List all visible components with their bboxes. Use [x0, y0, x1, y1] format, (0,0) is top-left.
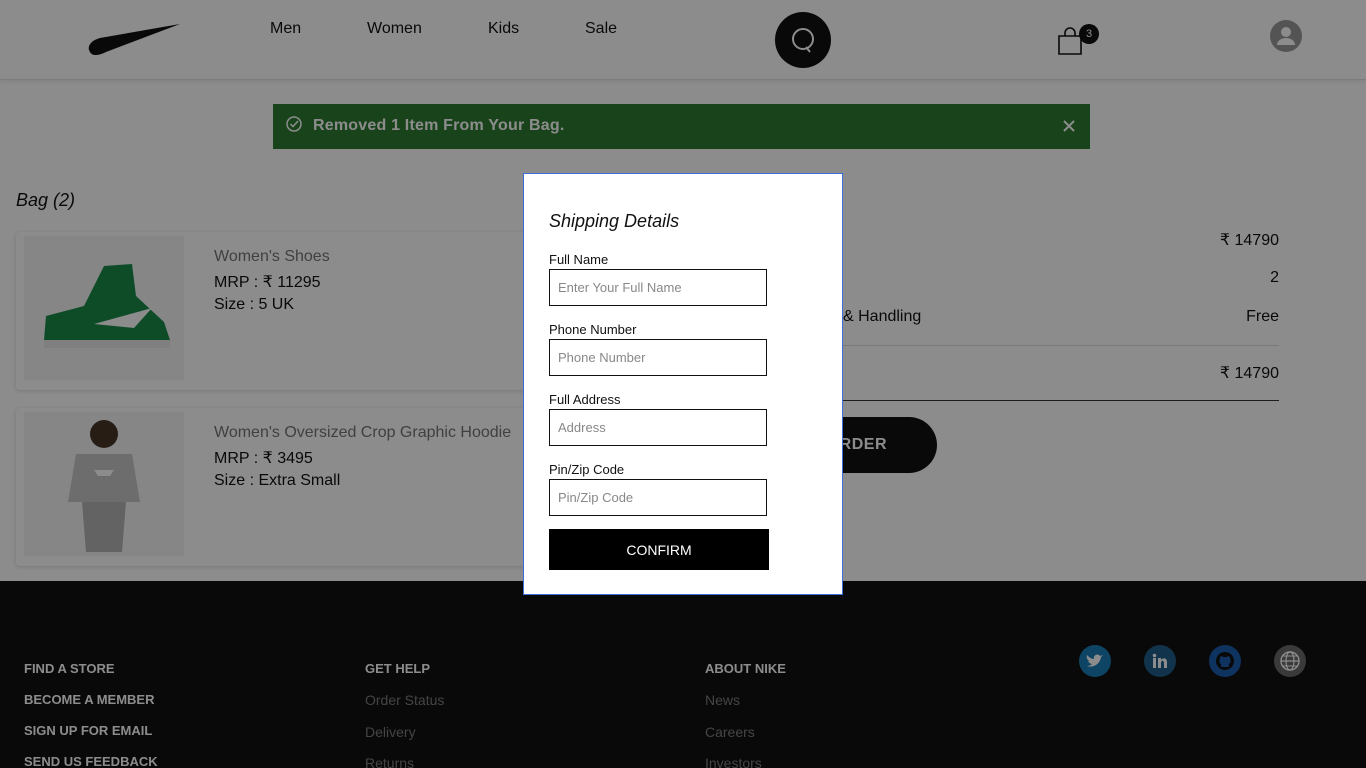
full-address-label: Full Address [549, 392, 621, 407]
full-name-field[interactable] [549, 269, 767, 306]
pin-code-field[interactable] [549, 479, 767, 516]
address-field[interactable] [549, 409, 767, 446]
phone-number-label: Phone Number [549, 322, 637, 337]
full-name-label: Full Name [549, 252, 609, 267]
pin-code-label: Pin/Zip Code [549, 462, 625, 477]
phone-number-field[interactable] [549, 339, 767, 376]
shipping-details-modal: Shipping Details Full Name Phone Number … [523, 173, 843, 595]
modal-title: Shipping Details [549, 211, 680, 231]
confirm-button[interactable]: CONFIRM [549, 529, 769, 570]
